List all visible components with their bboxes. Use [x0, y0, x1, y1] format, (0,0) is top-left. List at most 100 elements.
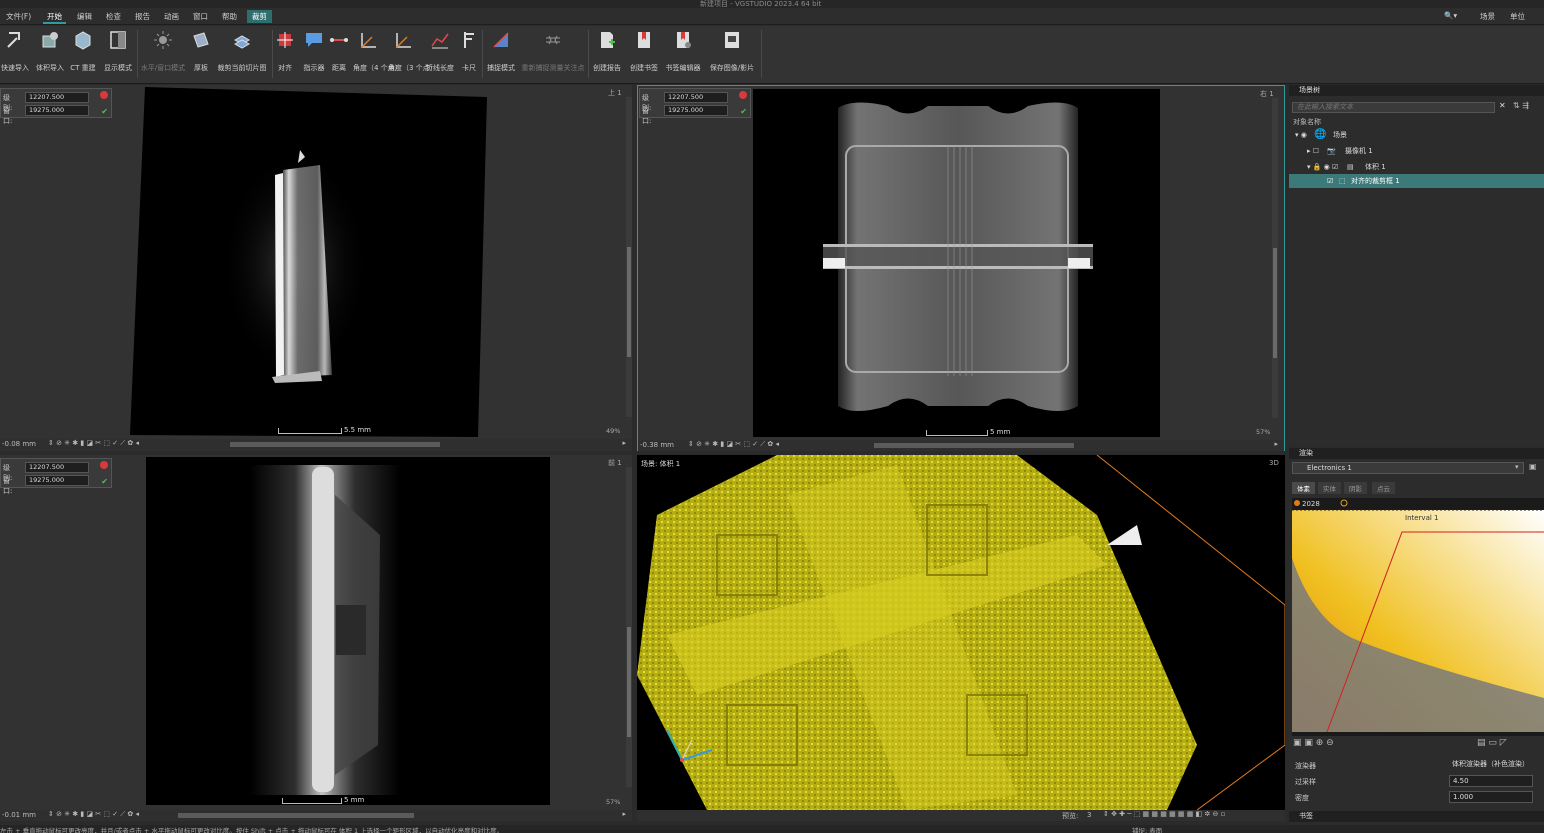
resnap-button[interactable]: 重新捕捉测量关注点 [521, 30, 585, 72]
check-icon-right[interactable]: ✔ [740, 107, 747, 116]
bookmarks-header[interactable]: 书签 [1289, 811, 1544, 822]
status-bar: 左击 + 垂直拖动鼠标可更改亮度，并且/或者点击 + 水平拖动鼠标可更改对比度。… [0, 825, 1544, 833]
histogram-tools[interactable]: ▣ ▣ ⊕ ⊖ [1293, 738, 1334, 748]
check-icon[interactable]: ✔ [101, 107, 108, 116]
tree-item-scene[interactable]: ▾ ◉ 🌐 场景 [1289, 128, 1544, 142]
level-input[interactable]: 12207.500 [25, 92, 89, 103]
save-preset-icon[interactable]: ▣ [1529, 462, 1537, 471]
align-button[interactable]: 对齐 [275, 30, 295, 72]
arrow-right-icon[interactable]: ▸ [622, 439, 626, 447]
tab-shadow[interactable]: 阴影 [1344, 482, 1367, 494]
vertical-scrollbar[interactable] [626, 97, 632, 417]
save-image-button[interactable]: 保存图像/影片 [707, 30, 757, 72]
menu-inspect[interactable]: 检查 [106, 11, 121, 22]
view-corner-label-right: 右 1 [1260, 90, 1274, 98]
window-input-right[interactable]: 19275.000 [664, 105, 728, 116]
horizontal-scrollbar[interactable] [230, 442, 440, 447]
toolbar-icons-right[interactable]: ⇕ ⊘ ✳ ✱ ▮ ◪ ✂ ⬚ ✓ ⟋ ✿ ◂ [688, 440, 779, 449]
viewport-3d[interactable]: 场景: 体积 1 3D [637, 455, 1285, 810]
volume-import-button[interactable]: 体积导入 [35, 30, 65, 72]
toolbar-icons-3d[interactable]: ⇕ ✥ ✚ ─ ⬚ ▦ ▦ ▦ ▦ ▦ ▦ ◧ ✲ ⊖ ▫ [1103, 810, 1225, 818]
horizontal-scrollbar-right[interactable] [874, 443, 1074, 448]
menu-start[interactable]: 开始 [43, 11, 66, 24]
reset-icon-bottom[interactable] [100, 461, 108, 469]
level-input-bottom[interactable]: 12207.500 [25, 462, 89, 473]
menu-scene[interactable]: 场景 [1480, 11, 1495, 22]
slice-offset-bottom[interactable]: -0.01 mm [2, 811, 36, 819]
arrow-right-icon-bottom[interactable]: ▸ [622, 810, 626, 818]
scene-search-input[interactable]: 在此输入搜索文本 [1292, 102, 1495, 113]
display-mode-button[interactable]: 显示模式 [102, 30, 134, 72]
filter-icon[interactable]: ⇅ ⇶ [1513, 101, 1529, 110]
slab-button[interactable]: 厚板 [190, 30, 212, 72]
menu-help[interactable]: 帮助 [222, 11, 237, 22]
toolbar-icons[interactable]: ⇕ ⊘ ✳ ✱ ▮ ◪ ✂ ⬚ ✓ ⟋ ✿ ◂ [48, 439, 139, 448]
tab-pointcloud[interactable]: 点云 [1372, 482, 1395, 494]
window-input[interactable]: 19275.000 [25, 105, 89, 116]
top-slice-image [130, 87, 487, 437]
renderer-select[interactable]: 体积渲染器（补色渲染） [1449, 759, 1533, 771]
menu-animation[interactable]: 动画 [164, 11, 179, 22]
tree-item-camera[interactable]: ▸ ☐ 📷 摄像机 1 [1289, 144, 1544, 158]
caliper-button[interactable]: 卡尺 [459, 30, 479, 72]
clip-box-icon: ⬚ [1339, 177, 1346, 185]
interval-label: Interval 1 [1405, 514, 1439, 522]
menu-report[interactable]: 报告 [135, 11, 150, 22]
menu-edit[interactable]: 编辑 [77, 11, 92, 22]
level-input-right[interactable]: 12207.500 [664, 92, 728, 103]
toolbar-icons-bottom[interactable]: ⇕ ⊘ ✳ ✱ ▮ ◪ ✂ ⬚ ✓ ⟋ ✿ ◂ [48, 810, 139, 819]
slice-offset[interactable]: -0.08 mm [2, 440, 36, 448]
tree-item-volume[interactable]: ▾ 🔒 ◉ ☑ ▤ 体积 1 [1289, 160, 1544, 174]
view-toggle-icons[interactable]: ▤ ▭ ◸ [1477, 738, 1507, 748]
viewport-bottom-left[interactable]: 57% 前 1 5 mm [0, 455, 632, 821]
preview-label: 预览: [1062, 812, 1079, 820]
clip-slice-icon [233, 35, 251, 49]
scale-bar-right [926, 430, 988, 436]
quick-import-button[interactable]: 快速导入 [0, 30, 30, 72]
arrow-right-icon-right[interactable]: ▸ [1274, 440, 1278, 448]
menu-window[interactable]: 窗口 [193, 11, 208, 22]
density-input[interactable]: 1.000 [1449, 791, 1533, 803]
check-icon-bottom[interactable]: ✔ [101, 477, 108, 486]
render-panel: 渲染 Electronics 1 ▾ ▣ 体素 实体 阴影 点云 2028 In… [1289, 448, 1544, 825]
polyline-length-button[interactable]: 折线长度 [424, 30, 456, 72]
tree-item-clip-box[interactable]: ☑ ⬚ 对齐的裁剪框 1 [1289, 174, 1544, 188]
clip-slice-button[interactable]: 裁剪当前切片图 [215, 30, 269, 72]
tab-solid[interactable]: 实体 [1318, 482, 1341, 494]
scene-globe-icon: 🌐 [1314, 129, 1327, 140]
level-window-mode-button[interactable]: 水平/窗口模式 [140, 30, 186, 72]
view-3d-label: 3D [1269, 459, 1279, 467]
window-input-bottom[interactable]: 19275.000 [25, 475, 89, 486]
snap-mode-button[interactable]: 捕捉模式 [486, 30, 516, 72]
preview-value[interactable]: 3 [1087, 811, 1091, 819]
slice-offset-right[interactable]: -0.38 mm [640, 441, 674, 449]
scale-bar [278, 428, 342, 434]
volume-icon: ▤ [1347, 163, 1354, 171]
reset-icon[interactable] [100, 91, 108, 99]
angle-4pt-button[interactable]: 角度（4 个点） [353, 30, 402, 72]
distance-button[interactable]: 距离 [329, 30, 349, 72]
render-tabs: 体素 实体 阴影 点云 [1292, 482, 1542, 494]
volume-render-image [637, 455, 1285, 810]
vertical-scrollbar-right[interactable] [1272, 98, 1278, 418]
histogram-transfer-function[interactable]: 2028 Interval 1 [1292, 498, 1544, 736]
menu-file[interactable]: 文件(F) [6, 11, 31, 22]
indicator-button[interactable]: 指示器 [302, 30, 326, 72]
ct-reconstruct-button[interactable]: CT 重建 [69, 30, 97, 72]
create-report-button[interactable]: 创建报告 [591, 30, 623, 72]
horizontal-scrollbar-bottom[interactable] [178, 813, 414, 818]
tab-voxel[interactable]: 体素 [1292, 482, 1315, 494]
create-bookmark-button[interactable]: 创建书签 [628, 30, 660, 72]
search-icon[interactable]: 🔍▾ [1444, 11, 1457, 20]
oversampling-input[interactable]: 4.50 [1449, 775, 1533, 787]
viewport-top-left[interactable]: 49% 上 1 5.5 mm [0, 85, 632, 451]
menu-clip[interactable]: 裁剪 [247, 10, 272, 23]
viewport-top-right[interactable]: 57% 右 1 5 mm [637, 85, 1285, 451]
angle-3pt-button[interactable]: 角度（3 个点） [388, 30, 437, 72]
vertical-scrollbar-bottom[interactable] [626, 467, 632, 787]
preset-select[interactable]: Electronics 1 [1292, 462, 1524, 474]
clear-search-icon[interactable]: ✕ [1499, 101, 1506, 110]
reset-icon-right[interactable] [739, 91, 747, 99]
menu-units[interactable]: 单位 [1510, 11, 1525, 22]
bookmark-editor-button[interactable]: 书签编辑器 [664, 30, 702, 72]
